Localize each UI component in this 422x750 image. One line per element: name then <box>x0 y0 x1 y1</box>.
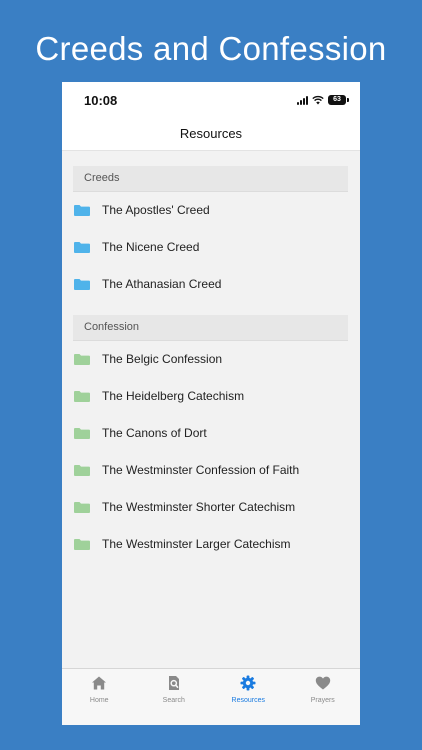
nav-bar: Resources <box>62 118 360 151</box>
folder-icon <box>74 465 90 476</box>
list-item-label: The Canons of Dort <box>102 426 207 440</box>
list-item-apostles-creed[interactable]: The Apostles' Creed <box>62 192 360 229</box>
tab-resources[interactable]: Resources <box>211 669 286 725</box>
list-item-label: The Heidelberg Catechism <box>102 389 245 403</box>
status-icons: 63 <box>297 94 349 106</box>
page-title: Resources <box>179 126 243 141</box>
list-item-label: The Belgic Confession <box>102 352 223 366</box>
tab-home[interactable]: Home <box>62 669 137 725</box>
tab-prayers[interactable]: Prayers <box>286 669 361 725</box>
list-item-label: The Athanasian Creed <box>102 277 222 291</box>
heart-icon <box>315 676 330 690</box>
section-header-label: Creeds <box>84 172 120 184</box>
search-document-icon <box>168 676 179 690</box>
folder-icon <box>74 391 90 402</box>
list-item-westminster-confession[interactable]: The Westminster Confession of Faith <box>62 452 360 489</box>
folder-icon <box>74 242 90 253</box>
list-item-canons-of-dort[interactable]: The Canons of Dort <box>62 415 360 452</box>
tab-label: Home <box>89 697 109 704</box>
tab-bar: Home Search Resources Prayers <box>62 668 360 725</box>
wifi-icon <box>312 95 324 105</box>
folder-icon <box>74 539 90 550</box>
list-item-label: The Nicene Creed <box>102 240 200 254</box>
tab-label: Prayers <box>310 697 335 704</box>
phone-screen: 10:08 63 Resources Creeds The Apostles' … <box>62 82 360 725</box>
list-item-label: The Apostles' Creed <box>102 203 210 217</box>
home-icon <box>92 676 106 690</box>
list-item-westminster-shorter-catechism[interactable]: The Westminster Shorter Catechism <box>62 489 360 526</box>
tab-label: Search <box>162 697 185 704</box>
tab-label: Resources <box>231 697 265 704</box>
folder-icon <box>74 279 90 290</box>
list-item-athanasian-creed[interactable]: The Athanasian Creed <box>62 266 360 303</box>
battery-icon: 63 <box>328 95 349 105</box>
folder-icon <box>74 205 90 216</box>
status-time: 10:08 <box>84 93 118 108</box>
promo-title: Creeds and Confession <box>35 30 387 67</box>
section-header-label: Confession <box>84 321 140 333</box>
section-header-creeds: Creeds <box>73 166 348 192</box>
gear-icon <box>240 675 256 691</box>
status-bar: 10:08 63 <box>62 82 360 118</box>
section-header-confession: Confession <box>73 315 348 341</box>
folder-icon <box>74 502 90 513</box>
folder-icon <box>74 428 90 439</box>
list-item-belgic-confession[interactable]: The Belgic Confession <box>62 341 360 378</box>
list-item-label: The Westminster Confession of Faith <box>102 463 300 477</box>
list-item-westminster-larger-catechism[interactable]: The Westminster Larger Catechism <box>62 526 360 563</box>
signal-icon <box>297 95 308 105</box>
list-item-label: The Westminster Shorter Catechism <box>102 500 296 514</box>
list-item-heidelberg-catechism[interactable]: The Heidelberg Catechism <box>62 378 360 415</box>
list-item-nicene-creed[interactable]: The Nicene Creed <box>62 229 360 266</box>
list-item-label: The Westminster Larger Catechism <box>102 537 291 551</box>
folder-icon <box>74 354 90 365</box>
tab-search[interactable]: Search <box>137 669 212 725</box>
